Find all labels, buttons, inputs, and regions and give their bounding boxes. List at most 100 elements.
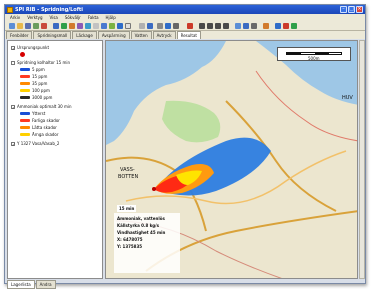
layer-row[interactable]: Spridning kolhaltor 15 min (11, 60, 70, 65)
info-icon[interactable] (101, 23, 107, 29)
layer-icon[interactable] (53, 23, 59, 29)
legend-swatch (20, 133, 30, 136)
frame-icon[interactable] (125, 23, 131, 29)
legend-label: 3000 ppm (32, 95, 53, 100)
toolbar (5, 21, 365, 31)
ruler-icon[interactable] (251, 23, 257, 29)
save-icon[interactable] (25, 23, 31, 29)
paste-icon[interactable] (147, 23, 153, 29)
layer-row[interactable]: ✓ Ursprungspunkt (11, 45, 49, 50)
map-scrollbar[interactable] (359, 40, 365, 279)
cursor-icon[interactable] (157, 23, 163, 29)
place-label-huv: HUV (342, 95, 353, 101)
zoom-in-icon[interactable] (199, 23, 205, 29)
select-icon[interactable] (93, 23, 99, 29)
layer-row[interactable]: ✓ Ammoniak optimalt 30 min (11, 104, 72, 109)
layer-panel: ✓ Ursprungspunkt Spridning kolhaltor 15 … (7, 40, 103, 279)
title-bar: SPI RIB - Spridning/Lofti – □ × (5, 5, 365, 14)
info-panel: 15 min Ammoniak, vattenlös Källstyrka 0.… (114, 205, 180, 273)
maximize-button[interactable]: □ (348, 6, 355, 13)
minimize-button[interactable]: – (340, 6, 347, 13)
grid-icon[interactable] (109, 23, 115, 29)
legend-swatch (20, 112, 30, 115)
zoom-full-icon[interactable] (223, 23, 229, 29)
menu-verktyg[interactable]: Verktyg (27, 15, 42, 20)
tab-avsparrning[interactable]: Avspärrning (97, 31, 130, 39)
legend-item: 35 ppm (20, 81, 47, 86)
place-label-vass: VASS- (120, 167, 135, 173)
stop-icon[interactable] (283, 23, 289, 29)
scale-label: 500m (308, 56, 320, 61)
menu-arkiv[interactable]: Arkiv (10, 15, 20, 20)
time-chip: 15 min (117, 205, 137, 212)
tab-andra[interactable]: Andra (35, 280, 56, 289)
new-icon[interactable] (9, 23, 15, 29)
wind-icon[interactable] (85, 23, 91, 29)
layer-checkbox[interactable]: ✓ (11, 104, 15, 109)
layer-checkbox[interactable]: ✓ (11, 45, 15, 50)
print-icon[interactable] (33, 23, 39, 29)
tab-lackage[interactable]: Läckage (72, 31, 97, 39)
menu-sokvaljr[interactable]: Sökväljr (65, 15, 81, 20)
app-window: SPI RIB - Spridning/Lofti – □ × Arkiv Ve… (4, 4, 366, 289)
info-line: Ammoniak, vattenlös (117, 216, 165, 221)
refresh-icon[interactable] (235, 23, 241, 29)
layer-row[interactable]: ✓ Y 1327 Vasa/Vasab_2 (11, 141, 59, 146)
menu-bar: Arkiv Verktyg Visa Sökväljr Fakta Hjälp (5, 14, 365, 21)
info-line: Y: 1375835 (117, 244, 143, 249)
delete-icon[interactable] (41, 23, 47, 29)
menu-fakta[interactable]: Fakta (88, 15, 99, 20)
legend-swatch (20, 126, 30, 129)
legend-swatch (20, 89, 30, 92)
map-view[interactable]: VASS- BOTTEN HUV 500m 15 min Ammoniak, v… (105, 40, 358, 279)
zoom-box-icon[interactable] (215, 23, 221, 29)
legend-item: 3000 ppm (20, 95, 52, 100)
help-icon[interactable] (275, 23, 281, 29)
plume-icon[interactable] (77, 23, 83, 29)
tab-avtryck[interactable]: Avtryck (152, 31, 176, 39)
legend-swatch (20, 96, 30, 99)
tab-vatten[interactable]: Vatten (130, 31, 152, 39)
legend-item: 100 ppm (20, 88, 50, 93)
copy-icon[interactable] (139, 23, 145, 29)
window-title: SPI RIB - Spridning/Lofti (15, 6, 84, 13)
legend-item: Ärnga skador (20, 132, 59, 137)
menu-visa[interactable]: Visa (50, 15, 58, 20)
layer-label: Spridning kolhaltor 15 min (17, 60, 71, 65)
marker-icon[interactable] (187, 23, 193, 29)
export-icon[interactable] (117, 23, 123, 29)
legend-label: 15 ppm (32, 74, 48, 79)
menu-hjalp[interactable]: Hjälp (106, 15, 116, 20)
map-icon[interactable] (61, 23, 67, 29)
legend-item: Ytterst (20, 111, 45, 116)
tab-resultat[interactable]: Resultat (176, 31, 201, 39)
pan-icon[interactable] (165, 23, 171, 29)
play-icon[interactable] (291, 23, 297, 29)
globe-icon[interactable] (243, 23, 249, 29)
scale-bar-graphic (286, 52, 342, 55)
tab-spridningsmall[interactable]: Spridningsmall (33, 31, 72, 39)
legend-label: 5 ppm (32, 67, 45, 72)
origin-marker-icon (152, 187, 156, 191)
open-icon[interactable] (17, 23, 23, 29)
legend-label: Ärnga skador (32, 132, 59, 137)
measure-icon[interactable] (69, 23, 75, 29)
legend-label: Lätta skador (32, 125, 57, 130)
layer-label: Y 1327 Vasa/Vasab_2 (17, 141, 60, 146)
crosshair-icon[interactable] (173, 23, 179, 29)
tab-lagerlista[interactable]: Lagerlista (7, 280, 35, 289)
zoom-out-icon[interactable] (207, 23, 213, 29)
layer-checkbox[interactable]: ✓ (11, 141, 15, 146)
tab-bar: Fenbilder Spridningsmall Läckage Avspärr… (5, 31, 365, 39)
legend-item: 5 ppm (20, 67, 45, 72)
legend-swatch (20, 75, 30, 78)
info-line: Källstyrka 0.8 kg/s (117, 223, 160, 228)
legend-label: Farliga skador (32, 118, 60, 123)
scale-bar: 500m (277, 47, 351, 61)
tab-fenbilder[interactable]: Fenbilder (6, 31, 33, 39)
legend-item: Farliga skador (20, 118, 60, 123)
settings-icon[interactable] (263, 23, 269, 29)
layer-checkbox[interactable] (11, 60, 15, 65)
close-button[interactable]: × (356, 6, 363, 13)
legend-swatch (20, 119, 30, 122)
